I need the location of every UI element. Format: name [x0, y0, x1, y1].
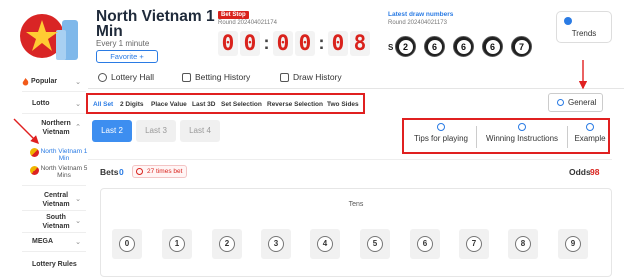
countdown-timer: 0 0 : 0 0 : 0 8: [218, 31, 372, 56]
result-ball: 6: [482, 36, 503, 57]
favorite-button[interactable]: Favorite +: [96, 50, 158, 63]
result-ball: 6: [424, 36, 445, 57]
status-badge: Bet Stop: [218, 11, 249, 19]
chevron-down-icon: ⌄: [75, 79, 81, 86]
lottery-icon: [30, 148, 39, 157]
timer-digit: 0: [295, 31, 315, 56]
clock-icon: [136, 168, 143, 175]
timer-digit: 0: [218, 31, 238, 56]
number-button-8[interactable]: 8: [508, 229, 538, 259]
chevron-down-icon: ⌄: [75, 218, 81, 225]
lottery-logo: [20, 14, 78, 60]
tab-lottery-hall[interactable]: Lottery Hall: [98, 72, 154, 82]
chevron-down-icon: ⌄: [75, 101, 81, 108]
sidebar-subitem-north-vietnam-5-mins[interactable]: North Vietnam 5 Mins: [40, 165, 88, 179]
result-ball: 7: [511, 36, 532, 57]
subtab-place-value[interactable]: Place Value: [151, 101, 187, 108]
help-links: Tips for playing Winning Instructions Ex…: [402, 118, 610, 154]
divider: [22, 91, 86, 92]
subtab-all-set[interactable]: All Set: [93, 101, 113, 108]
current-round: Round 202404021174: [218, 20, 277, 26]
subtab-set-selection[interactable]: Set Selection: [221, 101, 262, 108]
number-button-7[interactable]: 7: [459, 229, 489, 259]
main-nav: Lottery Hall Betting History Draw Histor…: [88, 69, 624, 89]
draw-frequency: Every 1 minute: [96, 39, 150, 48]
chevron-up-icon: ⌃: [75, 124, 81, 131]
divider: [22, 251, 86, 252]
result-ball: 6: [453, 36, 474, 57]
latest-round: Round 202404021173: [388, 20, 447, 26]
number-button-6[interactable]: 6: [410, 229, 440, 259]
timer-separator: :: [263, 33, 270, 53]
bets-count: 0: [119, 167, 124, 177]
tab-draw-history[interactable]: Draw History: [280, 72, 342, 82]
divider: [22, 113, 86, 114]
chevron-down-icon: ⌄: [75, 239, 81, 246]
divider: [22, 232, 86, 233]
tips-for-playing-link[interactable]: Tips for playing: [410, 123, 472, 143]
last-3-button[interactable]: Last 3: [136, 120, 176, 142]
timer-digit: 0: [240, 31, 260, 56]
last-4-button[interactable]: Last 4: [180, 120, 220, 142]
number-button-1[interactable]: 1: [162, 229, 192, 259]
result-prefix: S: [388, 43, 394, 52]
sidebar-subitem-north-vietnam-1-min[interactable]: North Vietnam 1 Min: [40, 148, 88, 162]
chevron-down-icon: ⌄: [75, 196, 81, 203]
divider: [22, 185, 86, 186]
divider: [476, 126, 477, 148]
result-balls: 2 6 6 6 7: [395, 36, 540, 57]
number-button-0[interactable]: 0: [112, 229, 142, 259]
divider: [88, 159, 612, 160]
odds-value: 98: [590, 167, 600, 177]
divider: [567, 126, 568, 148]
tens-panel: Tens 0 1 2 3 4 5 6 7 8 9: [100, 188, 612, 277]
number-button-9[interactable]: 9: [558, 229, 588, 259]
document-icon: [518, 123, 526, 131]
subtab-last-3d[interactable]: Last 3D: [192, 101, 215, 108]
page-title: North Vietnam 1 Min: [96, 8, 215, 40]
tens-title: Tens: [348, 201, 364, 208]
example-icon: [586, 123, 594, 131]
bets-label: Bets: [100, 167, 119, 177]
play-type-tabs: All Set 2 Digits Place Value Last 3D Set…: [86, 93, 365, 114]
info-icon: [437, 123, 445, 131]
example-link[interactable]: Example: [572, 123, 608, 143]
trends-icon: [564, 17, 572, 25]
result-ball: 2: [395, 36, 416, 57]
target-icon: [98, 72, 107, 82]
number-button-3[interactable]: 3: [261, 229, 291, 259]
timer-digit: 0: [273, 31, 293, 56]
latest-draw-label[interactable]: Latest draw numbers: [388, 11, 453, 18]
document-icon: [182, 72, 191, 82]
settings-icon: [557, 99, 564, 106]
fire-icon: [22, 78, 29, 88]
subtab-2-digits[interactable]: 2 Digits: [120, 101, 143, 108]
odds-label: Odds: [569, 167, 591, 177]
last-2-button[interactable]: Last 2: [92, 120, 132, 142]
subtab-reverse-selection[interactable]: Reverse Selection: [267, 101, 323, 108]
trends-button[interactable]: Trends: [556, 11, 612, 43]
timer-digit: 8: [350, 31, 370, 56]
number-button-4[interactable]: 4: [310, 229, 340, 259]
chart-icon: [280, 72, 289, 82]
winning-instructions-link[interactable]: Winning Instructions: [482, 123, 562, 143]
number-button-2[interactable]: 2: [212, 229, 242, 259]
timer-separator: :: [318, 33, 325, 53]
number-button-5[interactable]: 5: [360, 229, 390, 259]
sidebar: Popular ⌄ Lotto ⌄ Northern Vietnam ⌃ Nor…: [0, 70, 87, 277]
times-bet-badge: 27 times bet: [132, 165, 188, 178]
subtab-two-sides[interactable]: Two Sides: [327, 101, 359, 108]
timer-digit: 0: [328, 31, 348, 56]
tab-betting-history[interactable]: Betting History: [182, 72, 250, 82]
general-button[interactable]: General: [548, 93, 603, 112]
divider: [22, 210, 86, 211]
lottery-icon: [30, 166, 39, 175]
